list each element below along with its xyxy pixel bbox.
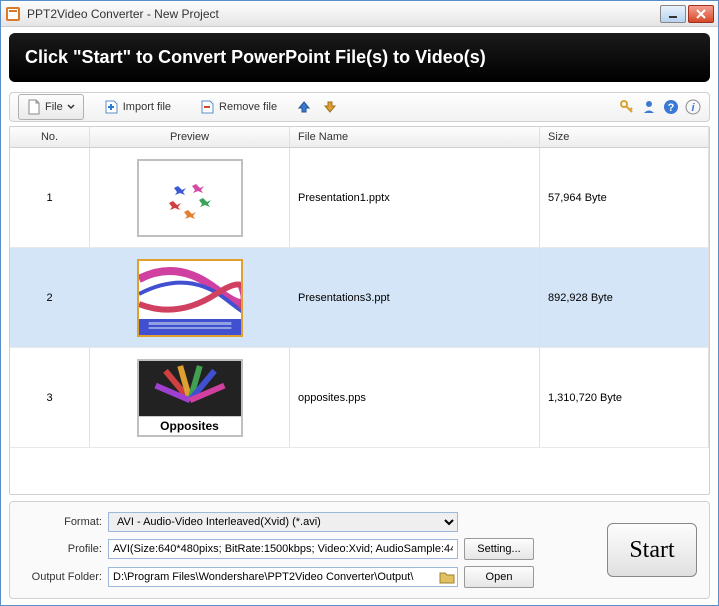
close-button[interactable] [688, 5, 714, 23]
key-icon[interactable] [619, 99, 635, 115]
col-header-size[interactable]: Size [540, 127, 709, 147]
bottom-panel: Format: AVI - Audio-Video Interleaved(Xv… [9, 501, 710, 599]
table-row[interactable]: 3 [10, 348, 709, 448]
app-icon [5, 6, 21, 22]
window-title: PPT2Video Converter - New Project [27, 7, 660, 21]
folder-icon[interactable] [439, 569, 455, 585]
profile-input[interactable] [108, 539, 458, 559]
content-area: Click "Start" to Convert PowerPoint File… [1, 27, 718, 605]
banner-heading: Click "Start" to Convert PowerPoint File… [25, 47, 694, 68]
profile-label: Profile: [22, 543, 102, 555]
svg-text:i: i [691, 102, 695, 114]
table-row[interactable]: 1 Presentation1.pptx 57,964 Byte [10, 148, 709, 248]
toolbar: File Import file Remove file ? i [9, 92, 710, 122]
titlebar[interactable]: PPT2Video Converter - New Project [1, 1, 718, 27]
minimize-button[interactable] [660, 5, 686, 23]
thumbnail [137, 159, 243, 237]
chevron-down-icon [67, 104, 75, 110]
start-button[interactable]: Start [607, 523, 697, 577]
table-header: No. Preview File Name Size [10, 127, 709, 148]
help-icon[interactable]: ? [663, 99, 679, 115]
format-select[interactable]: AVI - Audio-Video Interleaved(Xvid) (*.a… [108, 512, 458, 532]
col-header-preview[interactable]: Preview [90, 127, 290, 147]
file-icon [27, 99, 41, 115]
move-up-icon[interactable] [296, 99, 312, 115]
remove-icon [199, 99, 215, 115]
format-label: Format: [22, 516, 102, 528]
col-header-no[interactable]: No. [10, 127, 90, 147]
thumbnail: Opposites [137, 359, 243, 437]
col-header-filename[interactable]: File Name [290, 127, 540, 147]
file-table: No. Preview File Name Size 1 [9, 126, 710, 495]
open-button[interactable]: Open [464, 566, 534, 588]
thumbnail [137, 259, 243, 337]
info-icon[interactable]: i [685, 99, 701, 115]
app-window: PPT2Video Converter - New Project Click … [0, 0, 719, 606]
setting-button[interactable]: Setting... [464, 538, 534, 560]
move-down-icon[interactable] [322, 99, 338, 115]
user-icon[interactable] [641, 99, 657, 115]
file-menu-button[interactable]: File [18, 94, 84, 120]
table-row[interactable]: 2 Presentations3.ppt [10, 248, 709, 348]
svg-text:?: ? [668, 102, 675, 114]
output-folder-label: Output Folder: [22, 571, 102, 583]
import-icon [103, 99, 119, 115]
remove-file-button[interactable]: Remove file [190, 94, 286, 120]
output-folder-input[interactable] [108, 567, 458, 587]
banner: Click "Start" to Convert PowerPoint File… [9, 33, 710, 82]
import-file-button[interactable]: Import file [94, 94, 180, 120]
